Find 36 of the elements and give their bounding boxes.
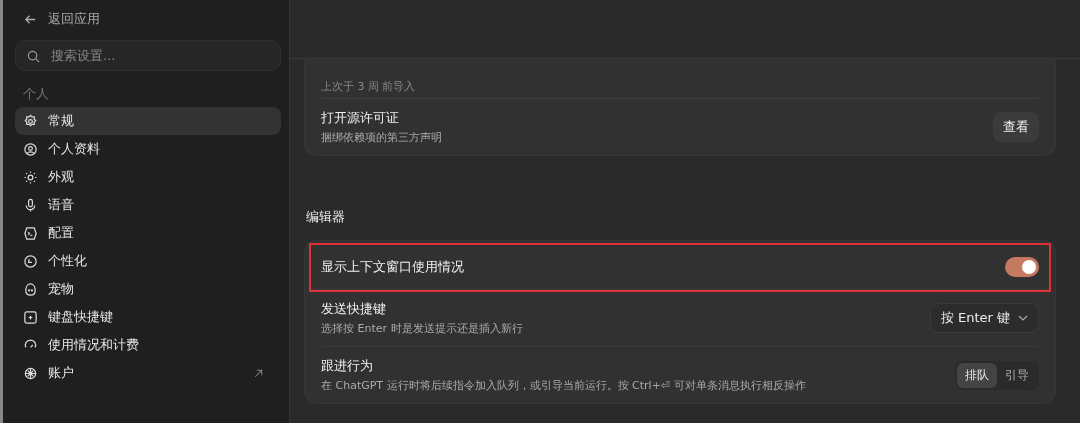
sidebar-item[interactable]: 使用情况和计费 [15, 331, 281, 359]
sidebar-item[interactable]: 外观 [15, 163, 281, 191]
sidebar-item[interactable]: 个性化 [15, 247, 281, 275]
profile-icon [23, 141, 38, 157]
sidebar-item[interactable]: 宠物 [15, 275, 281, 303]
shortcut-dropdown[interactable]: 按 Enter 键 [929, 303, 1039, 333]
section-heading: 个人 [23, 85, 50, 103]
setting-description: 在 ChatGPT 运行时将后续指令加入队列，或引导当前运行。按 Ctrl+⏎ 可对单条消息执行相反操作 [321, 378, 806, 393]
sidebar-item[interactable]: 语音 [15, 191, 281, 219]
search-field[interactable]: 搜索设置... [15, 40, 281, 71]
section-title: 编辑器 [306, 208, 346, 226]
view-button[interactable]: 查看 [993, 112, 1039, 142]
segment-option[interactable]: 引导 [997, 362, 1037, 388]
sun-icon [23, 169, 38, 185]
setting-description: 选择按 Enter 时是发送提示还是插入新行 [321, 321, 523, 336]
sidebar-item[interactable]: 常规 [15, 107, 281, 135]
sidebar-item[interactable]: 键盘快捷键 [15, 303, 281, 331]
setting-title: 跟进行为 [321, 357, 374, 375]
caret-icon [1018, 315, 1028, 321]
toggle-switch[interactable] [1005, 257, 1039, 277]
setting-title: 打开源许可证 [321, 109, 400, 127]
import-note: 上次于 3 周 前导入 [321, 59, 1039, 99]
setting-title: 发送快捷键 [321, 300, 387, 318]
search-icon [26, 49, 41, 64]
sidebar-item[interactable]: 个人资料 [15, 135, 281, 163]
pet-icon [23, 281, 38, 297]
terminal-icon [23, 225, 38, 241]
back-link[interactable]: 返回应用 [15, 6, 108, 32]
sidebar-item[interactable]: 账户 [15, 359, 281, 387]
segment-option[interactable]: 排队 [957, 362, 997, 388]
gear-icon [23, 113, 38, 129]
keyboard-icon [23, 309, 38, 325]
setting-title: 显示上下文窗口使用情况 [321, 258, 464, 276]
setting-description: 捆绑依赖项的第三方声明 [321, 130, 442, 145]
sidebar-item[interactable]: 配置 [15, 219, 281, 247]
mic-icon [23, 197, 38, 213]
